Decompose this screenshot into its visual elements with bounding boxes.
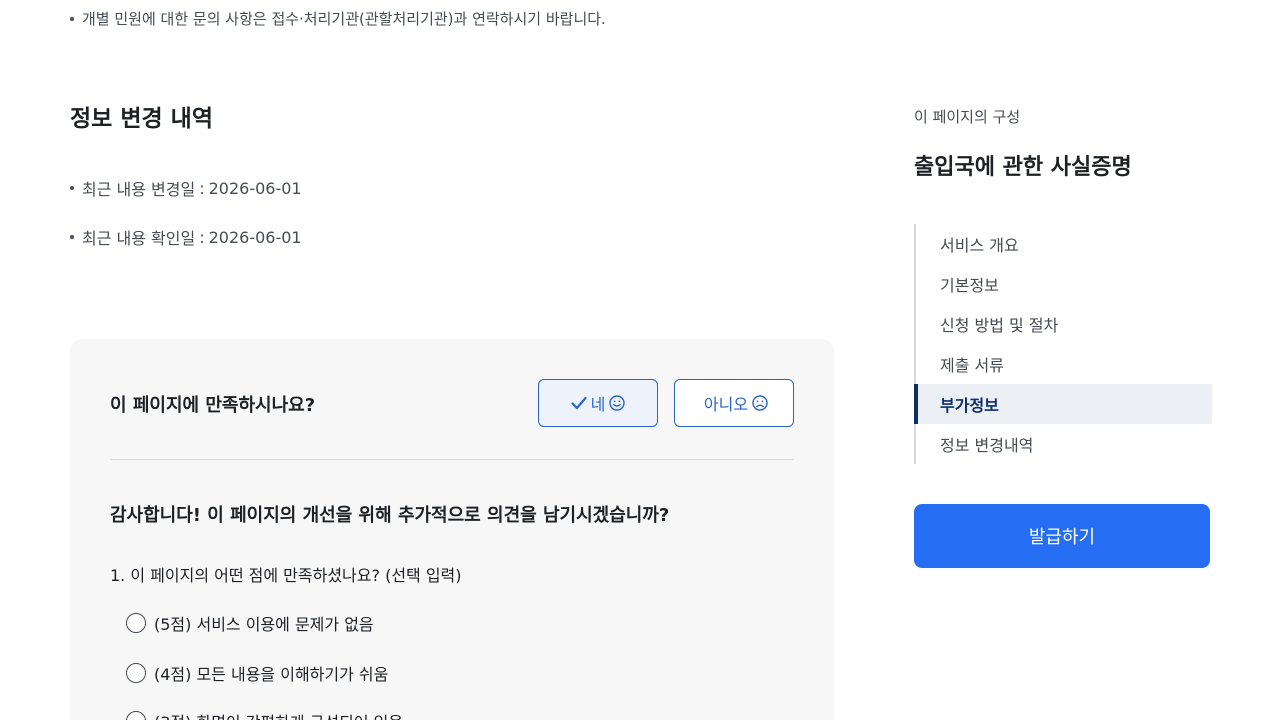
survey-option-3[interactable]: (3점) 화면이 간편하게 구성되어 있음 xyxy=(126,709,403,720)
radio-button[interactable] xyxy=(126,711,146,720)
survey-option-label: (3점) 화면이 간편하게 구성되어 있음 xyxy=(154,709,403,720)
radio-button[interactable] xyxy=(126,613,146,633)
last-modified-value: 2026-06-01 xyxy=(208,178,302,198)
yes-button-label: 네 xyxy=(590,395,606,414)
smile-icon xyxy=(609,395,626,411)
change-history-title: 정보 변경 내역 xyxy=(70,106,213,132)
survey-divider xyxy=(110,459,794,460)
toc-item-change-history[interactable]: 정보 변경내역 xyxy=(916,424,1212,464)
sub-question: 1. 이 페이지의 어떤 점에 만족하셨나요? (선택 입력) xyxy=(110,566,462,585)
no-button[interactable]: 아니오 xyxy=(674,379,794,427)
yes-button[interactable]: 네 xyxy=(538,379,658,427)
notice-text: 개별 민원에 대한 문의 사항은 접수·처리기관(관할처리기관)과 연락하시기 … xyxy=(82,10,606,28)
followup-question: 감사합니다! 이 페이지의 개선을 위해 추가적으로 의견을 남기시겠습니까? xyxy=(110,505,670,526)
last-checked-line: 최근 내용 확인일 : 2026-06-01 xyxy=(70,225,302,249)
notice-text-line: 개별 민원에 대한 문의 사항은 접수·처리기관(관할처리기관)과 연락하시기 … xyxy=(70,8,606,29)
toc-item-service-overview[interactable]: 서비스 개요 xyxy=(916,224,1212,264)
no-button-label: 아니오 xyxy=(703,395,749,414)
last-checked-label: 최근 내용 확인일 xyxy=(82,229,196,248)
toc-caption: 이 페이지의 구성 xyxy=(914,108,1021,126)
survey-option-label: (5점) 서비스 이용에 문제가 없음 xyxy=(154,615,374,634)
survey-option-label: (4점) 모든 내용을 이해하기가 쉬움 xyxy=(154,665,389,684)
satisfaction-question: 이 페이지에 만족하시나요? xyxy=(110,395,316,416)
last-modified-line: 최근 내용 변경일 : 2026-06-01 xyxy=(70,176,302,200)
bullet-icon xyxy=(70,16,74,21)
toc-item-basic-info[interactable]: 기본정보 xyxy=(916,264,1212,304)
toc-item-additional-info[interactable]: 부가정보 xyxy=(914,384,1212,424)
separator: : xyxy=(199,227,205,247)
bullet-icon xyxy=(70,186,74,190)
radio-button[interactable] xyxy=(126,663,146,683)
last-modified-label: 최근 내용 변경일 xyxy=(82,180,196,199)
survey-option-4[interactable]: (4점) 모든 내용을 이해하기가 쉬움 xyxy=(126,661,388,685)
frown-icon xyxy=(752,395,768,411)
satisfaction-survey-panel: 이 페이지에 만족하시나요? 네 아니오 감사합니다! 이 페이지의 개선을 위… xyxy=(70,339,834,720)
bullet-icon xyxy=(70,235,74,239)
issue-button[interactable]: 발급하기 xyxy=(914,504,1210,568)
toc-item-required-documents[interactable]: 제출 서류 xyxy=(916,344,1212,384)
toc-title: 출입국에 관한 사실증명 xyxy=(914,155,1132,180)
survey-option-5[interactable]: (5점) 서비스 이용에 문제가 없음 xyxy=(126,611,374,635)
toc-item-application-method[interactable]: 신청 방법 및 절차 xyxy=(916,304,1212,344)
check-icon xyxy=(571,396,587,410)
separator: : xyxy=(199,178,205,198)
toc-nav: 서비스 개요 기본정보 신청 방법 및 절차 제출 서류 부가정보 정보 변경내… xyxy=(914,224,1212,464)
last-checked-value: 2026-06-01 xyxy=(208,227,302,247)
